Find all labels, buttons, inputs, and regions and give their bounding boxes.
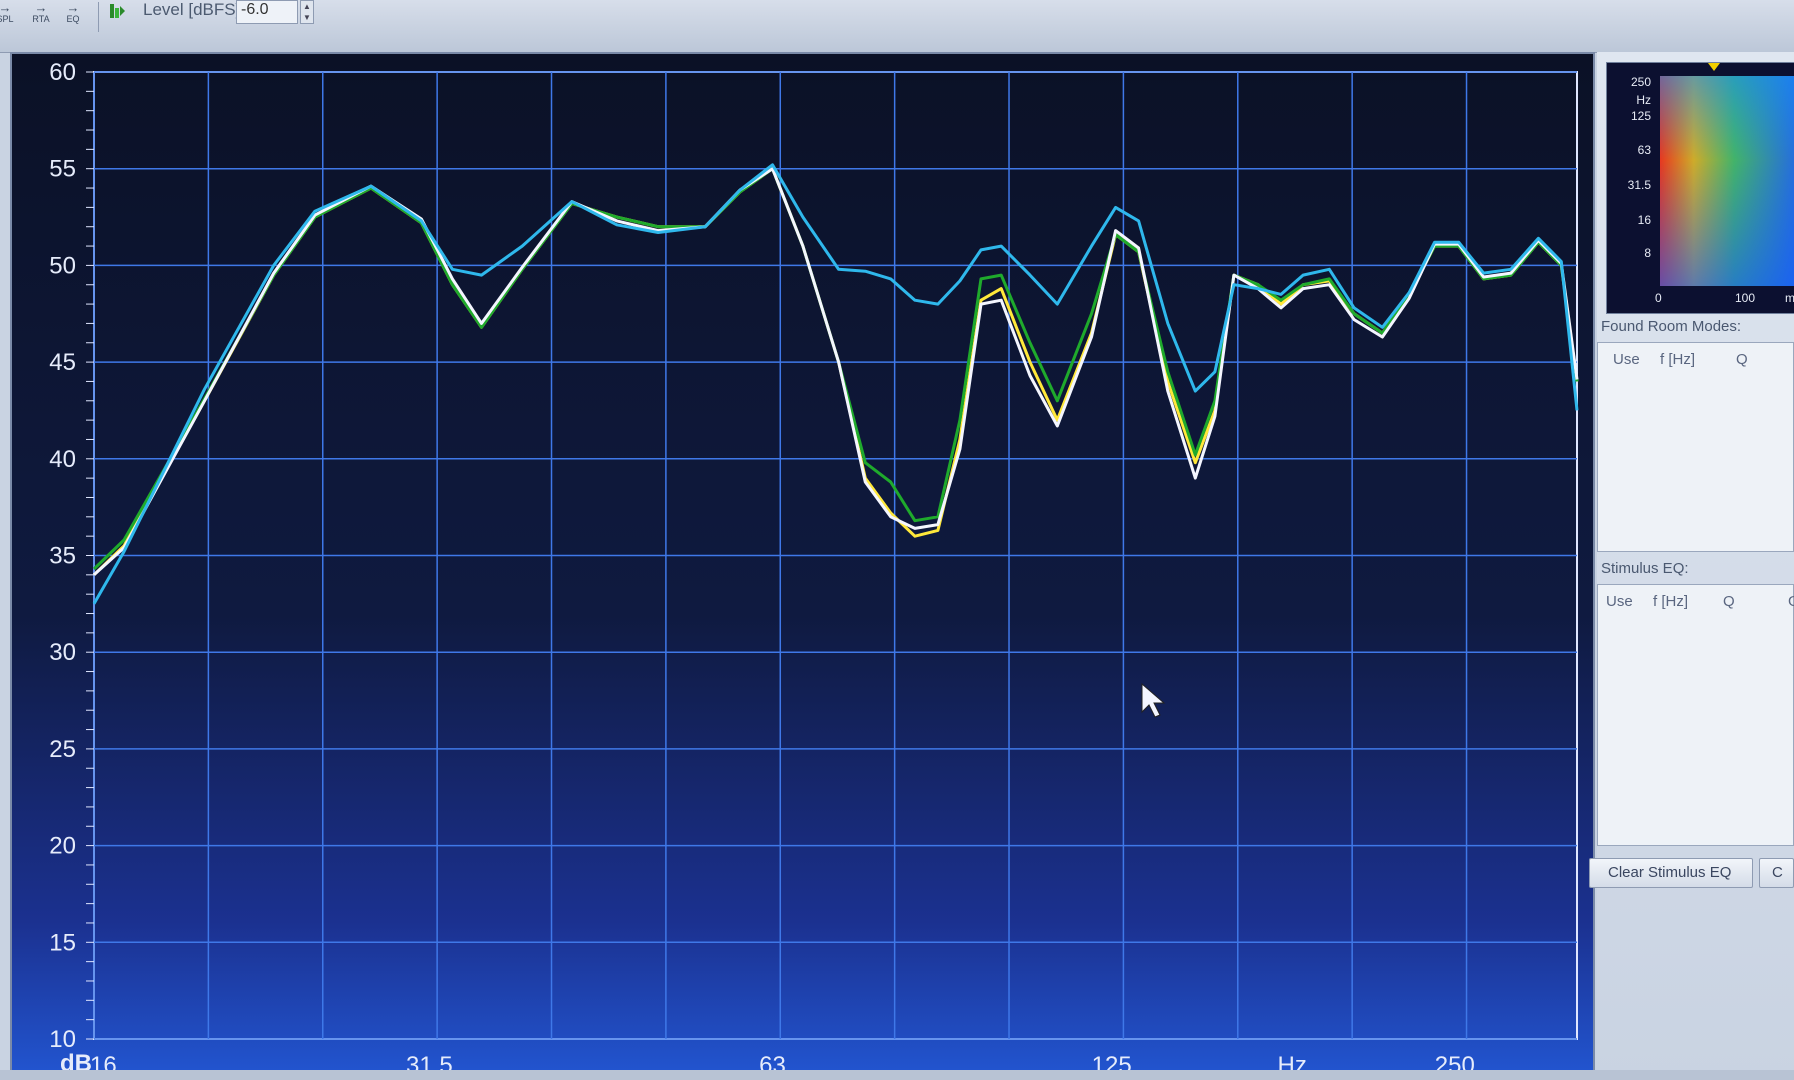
y-tick-label: 15 [49,929,76,956]
wf-x-tick: 0 [1655,291,1662,305]
stimulus-eq-table[interactable]: Use f [Hz] Q G [1597,584,1794,846]
wf-y-unit: Hz [1636,93,1651,107]
wf-y-tick: 250 [1630,75,1651,89]
toolbar-separator [98,2,99,32]
arrow-right-icon: → [34,0,48,15]
secondary-button[interactable]: C [1759,858,1794,888]
level-spinner[interactable]: ▲ ▼ [300,0,314,24]
y-tick-label: 50 [49,252,76,279]
wf-y-tick: 125 [1630,109,1651,123]
level-input[interactable]: -6.0 [236,0,298,24]
wf-y-tick: 31.5 [1627,178,1651,192]
arrow-right-icon: → [66,0,80,15]
trace-line-2 [92,167,1579,571]
wf-x-unit: m [1785,291,1794,305]
room-modes-table[interactable]: Use f [Hz] Q [1597,342,1794,552]
y-tick-label: 60 [49,59,76,86]
trace-line-1 [92,167,1579,576]
wf-y-tick: 16 [1637,213,1651,227]
column-header-use[interactable]: Use [1613,351,1640,368]
column-header-frequency[interactable]: f [Hz] [1653,593,1688,610]
mouse-pointer-icon [1141,682,1166,718]
room-modes-title: Found Room Modes: [1601,318,1742,335]
frequency-response-chart[interactable]: 6055504540353025201510dB16 31.5 63 125 250Hz [12,54,1597,1079]
column-header-frequency[interactable]: f [Hz] [1660,351,1695,368]
y-tick-label: 55 [49,156,76,183]
side-panel: 250 Hz 125 63 31.5 16 8 0 100 m Found Ro… [1589,52,1794,1080]
trace-line-4 [92,163,1579,605]
spl-button[interactable]: → SPL [0,0,18,24]
wf-x-tick: 100 [1735,291,1756,305]
waterfall-thumbnail[interactable]: 250 Hz 125 63 31.5 16 8 0 100 m [1606,62,1794,314]
column-header-use[interactable]: Use [1606,593,1633,610]
column-header-gain[interactable]: G [1788,593,1794,610]
time-cursor-marker[interactable] [1708,63,1720,71]
clear-stimulus-eq-button[interactable]: Clear Stimulus EQ [1589,858,1753,888]
y-tick-label: 30 [49,639,76,666]
wf-y-tick: 8 [1644,246,1651,260]
stimulus-eq-title: Stimulus EQ: [1601,560,1689,577]
rta-button[interactable]: → RTA [28,0,54,24]
trace-layer [92,163,1579,605]
y-tick-label: 45 [49,349,76,376]
toolbar: → SPL → RTA → EQ Level [dBFS] -6.0 ▲ ▼ [0,0,1794,53]
spectrogram-image [1660,76,1794,286]
level-meter-icon [110,4,125,18]
status-strip [0,1070,1794,1080]
column-header-q[interactable]: Q [1723,593,1735,610]
label-layer: 6055504540353025201510dB16 31.5 63 125 250Hz [49,59,1475,1079]
y-tick-label: 10 [49,1026,76,1053]
y-tick-label: 35 [49,543,76,570]
y-tick-label: 20 [49,833,76,860]
spl-graph-panel[interactable]: 60 55 50 45 40 35 30 25 20 15 10 dB 16 31.5 63 125 250 Hz [10,52,1597,1079]
spinner-up-icon[interactable]: ▲ [303,2,311,11]
trace-line-3 [92,167,1579,576]
eq-button[interactable]: → EQ [60,0,86,24]
y-tick-label: 25 [49,736,76,763]
wf-y-tick: 63 [1637,143,1651,157]
column-header-q[interactable]: Q [1736,351,1748,368]
level-label: Level [dBFS] [143,0,241,19]
spinner-down-icon[interactable]: ▼ [303,13,311,22]
y-tick-label: 40 [49,446,76,473]
arrow-right-icon: → [0,0,12,15]
